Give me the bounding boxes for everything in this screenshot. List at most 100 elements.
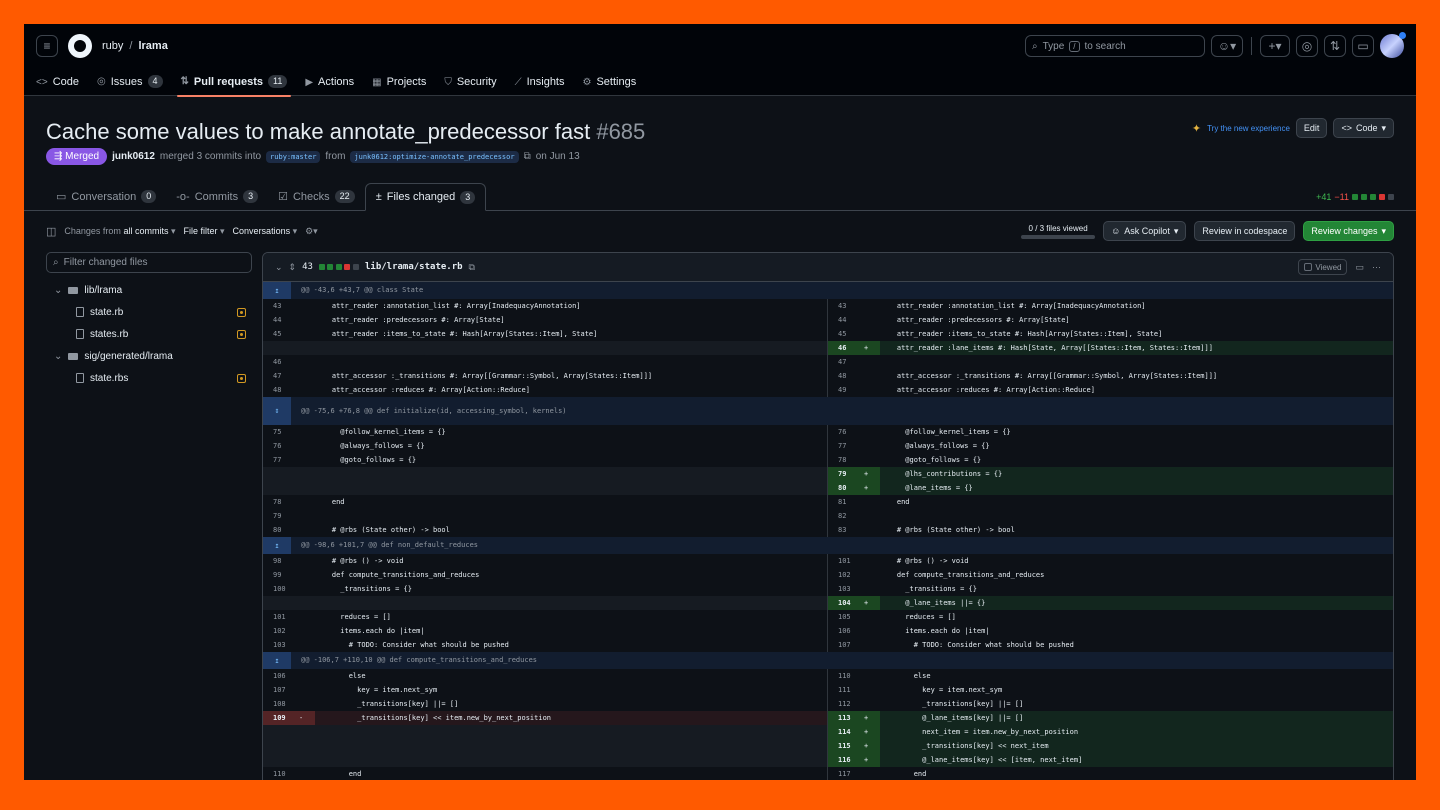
line-number[interactable]: 81 [828,495,864,509]
expand-icon[interactable]: ⇕ [289,262,297,273]
avatar[interactable] [1380,32,1406,58]
expand-lines-icon[interactable]: ⇕ [263,397,291,425]
expand-lines-icon[interactable]: ↥ [263,537,291,554]
line-number[interactable]: 104 [828,596,864,610]
viewed-checkbox[interactable]: Viewed [1298,259,1348,275]
tab-commits[interactable]: -o- Commits 3 [166,183,268,210]
tree-file[interactable]: states.rb [46,323,252,345]
line-number[interactable]: 79 [263,509,299,523]
tree-file[interactable]: state.rb [46,301,252,323]
line-number[interactable]: 78 [828,453,864,467]
line-number[interactable]: 47 [263,369,299,383]
search-input[interactable]: ⌕ Type / to search [1025,35,1205,57]
line-number[interactable]: 112 [828,697,864,711]
line-number[interactable]: 101 [828,554,864,568]
nav-item-issues[interactable]: ◎ Issues 4 [97,75,163,96]
nav-item-pull-requests[interactable]: ⇅ Pull requests 11 [176,75,292,97]
line-number[interactable]: 77 [828,439,864,453]
base-branch[interactable]: ruby:master [266,150,321,163]
line-number[interactable]: 114 [828,725,864,739]
line-number[interactable]: 106 [828,624,864,638]
line-number[interactable]: 103 [828,582,864,596]
file-filter-dropdown[interactable]: File filter ▾ [184,226,225,237]
code-button[interactable]: <> Code ▾ [1333,118,1394,138]
line-number[interactable]: 48 [263,383,299,397]
nav-item-actions[interactable]: ▶ Actions [305,76,354,96]
line-number[interactable]: 110 [263,767,299,780]
line-number[interactable]: 107 [828,638,864,652]
line-number[interactable]: 111 [828,683,864,697]
settings-gear-icon[interactable]: ⚙▾ [305,226,318,237]
line-number[interactable]: 45 [828,327,864,341]
line-number[interactable]: 105 [828,610,864,624]
expand-lines-icon[interactable]: ↥ [263,652,291,669]
menu-icon[interactable]: ≡ [36,35,58,57]
line-number[interactable]: 102 [263,624,299,638]
comment-icon[interactable]: ▭ [1355,262,1364,273]
line-number[interactable]: 75 [263,425,299,439]
file-path[interactable]: lib/lrama/state.rb [365,262,463,272]
line-number[interactable]: 77 [263,453,299,467]
kebab-menu-icon[interactable]: ··· [1372,262,1381,272]
line-number[interactable]: 107 [263,683,299,697]
filter-files-input[interactable]: ⌕ Filter changed files [46,252,252,273]
line-number[interactable]: 101 [263,610,299,624]
line-number[interactable]: 98 [263,554,299,568]
nav-item-insights[interactable]: ⟋ Insights [515,76,565,96]
edit-button[interactable]: Edit [1295,118,1328,138]
tab-files-changed[interactable]: ± Files changed 3 [364,183,487,211]
line-number[interactable]: 46 [263,355,299,369]
pull-requests-icon[interactable]: ⇅ [1324,35,1346,57]
line-number[interactable]: 80 [828,481,864,495]
review-changes-button[interactable]: Review changes ▾ [1303,221,1394,241]
line-number[interactable]: 80 [263,523,299,537]
changes-from-dropdown[interactable]: Changes from all commits ▾ [64,226,175,237]
line-number[interactable]: 100 [263,582,299,596]
line-number[interactable]: 76 [828,425,864,439]
nav-item-code[interactable]: <> Code [36,76,79,96]
line-number[interactable]: 106 [263,669,299,683]
line-number[interactable]: 45 [263,327,299,341]
line-number[interactable]: 110 [828,669,864,683]
line-number[interactable]: 78 [263,495,299,509]
head-branch[interactable]: junk0612:optimize-annotate_predecessor [350,150,519,163]
nav-item-settings[interactable]: ⚙ Settings [583,76,637,96]
copilot-icon[interactable]: ☺▾ [1211,35,1243,57]
line-number[interactable]: 43 [828,299,864,313]
copy-icon[interactable]: ⧉ [469,262,475,273]
line-number[interactable]: 103 [263,638,299,652]
line-number[interactable]: 44 [263,313,299,327]
line-number[interactable]: 48 [828,369,864,383]
nav-item-projects[interactable]: ▦ Projects [372,76,426,96]
plus-icon[interactable]: +▾ [1260,35,1290,57]
line-number[interactable]: 76 [263,439,299,453]
copy-icon[interactable]: ⧉ [524,151,531,162]
line-number[interactable]: 47 [828,355,864,369]
line-number[interactable]: 43 [263,299,299,313]
sidebar-toggle-icon[interactable]: ◫ [46,225,56,238]
author-link[interactable]: junk0612 [112,151,155,162]
line-number[interactable]: 108 [263,697,299,711]
chevron-down-icon[interactable]: ⌄ [54,285,62,296]
line-number[interactable]: 44 [828,313,864,327]
line-number[interactable]: 115 [828,739,864,753]
line-number[interactable]: 99 [263,568,299,582]
line-number[interactable]: 113 [828,711,864,725]
line-number[interactable]: 102 [828,568,864,582]
tree-file[interactable]: state.rbs [46,367,252,389]
line-number[interactable]: 109 [263,711,299,725]
issues-icon[interactable]: ◎ [1296,35,1318,57]
repo-name-link[interactable]: lrama [138,40,167,52]
line-number[interactable]: 82 [828,509,864,523]
github-logo-icon[interactable] [68,34,92,58]
tree-folder[interactable]: ⌄ lib/lrama [46,279,252,301]
tree-folder[interactable]: ⌄ sig/generated/lrama [46,345,252,367]
chevron-down-icon[interactable]: ⌄ [54,351,62,362]
line-number[interactable]: 79 [828,467,864,481]
line-number[interactable]: 116 [828,753,864,767]
expand-lines-icon[interactable]: ↥ [263,282,291,299]
review-in-codespace-button[interactable]: Review in codespace [1194,221,1296,241]
tab-conversation[interactable]: ▭ Conversation 0 [46,183,166,210]
line-number[interactable]: 46 [828,341,864,355]
line-number[interactable]: 49 [828,383,864,397]
